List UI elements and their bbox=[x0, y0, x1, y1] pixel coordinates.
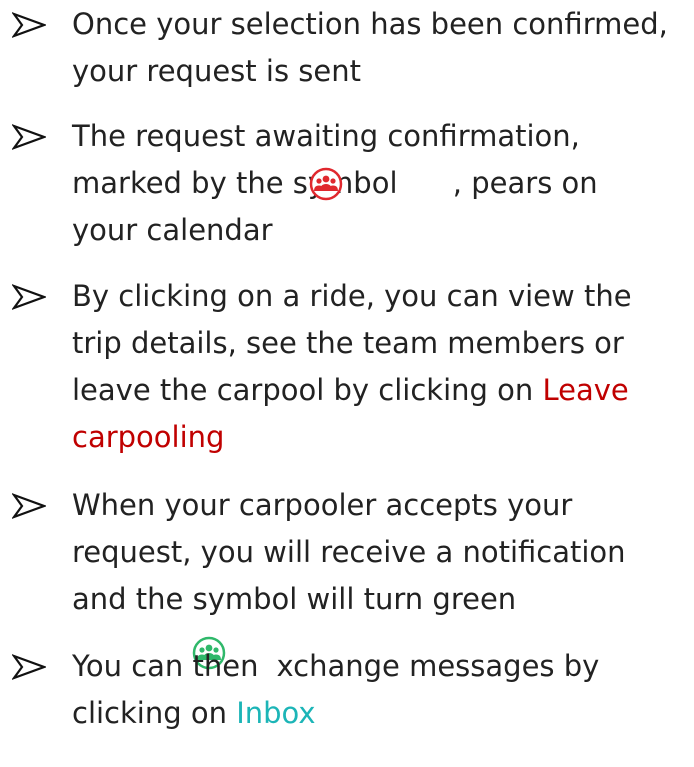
item-text-line-part: You can then bbox=[72, 649, 259, 683]
item-text-line: and the symbol will turn green bbox=[72, 582, 517, 616]
item-text-line-part: clicking on bbox=[72, 696, 237, 730]
pending-carpool-group-icon bbox=[309, 167, 343, 201]
item-text-line: trip details, see the team members or bbox=[72, 326, 624, 360]
item-text-line-part: xchange messages by bbox=[276, 649, 600, 683]
inbox-link[interactable]: Inbox bbox=[236, 696, 315, 730]
arrowhead-bullet-icon bbox=[12, 284, 46, 310]
item-text-line: When your carpooler accepts your bbox=[72, 488, 573, 522]
item-text-line: You can then xchange messages by bbox=[72, 643, 692, 690]
item-text-line-part: leave the carpool by clicking on bbox=[72, 373, 543, 407]
leave-carpooling-link[interactable]: carpooling bbox=[72, 414, 692, 461]
arrowhead-bullet-icon bbox=[12, 654, 46, 680]
item-text-line: marked by the symbol , pears on bbox=[72, 160, 692, 207]
item-text-line: your calendar bbox=[72, 213, 273, 247]
item-text-line: request, you will receive a notification bbox=[72, 535, 626, 569]
item-text-line: Once your selection has been confirmed, bbox=[72, 7, 668, 41]
item-text-line: your request is sent bbox=[72, 54, 361, 88]
item-text-line: By clicking on a ride, you can view the bbox=[72, 279, 632, 313]
item-text-line: The request awaiting confirmation, bbox=[72, 119, 580, 153]
item-text-line: leave the carpool by clicking on Leave bbox=[72, 367, 692, 414]
arrowhead-bullet-icon bbox=[12, 12, 46, 38]
arrowhead-bullet-icon bbox=[12, 124, 46, 150]
leave-carpooling-link[interactable]: Leave bbox=[543, 373, 629, 407]
item-text-line: clicking on Inbox bbox=[72, 690, 692, 737]
item-text-line-part: pears on bbox=[471, 166, 598, 200]
arrowhead-bullet-icon bbox=[12, 493, 46, 519]
item-text-line-part: marked by the symbol , bbox=[72, 166, 472, 200]
